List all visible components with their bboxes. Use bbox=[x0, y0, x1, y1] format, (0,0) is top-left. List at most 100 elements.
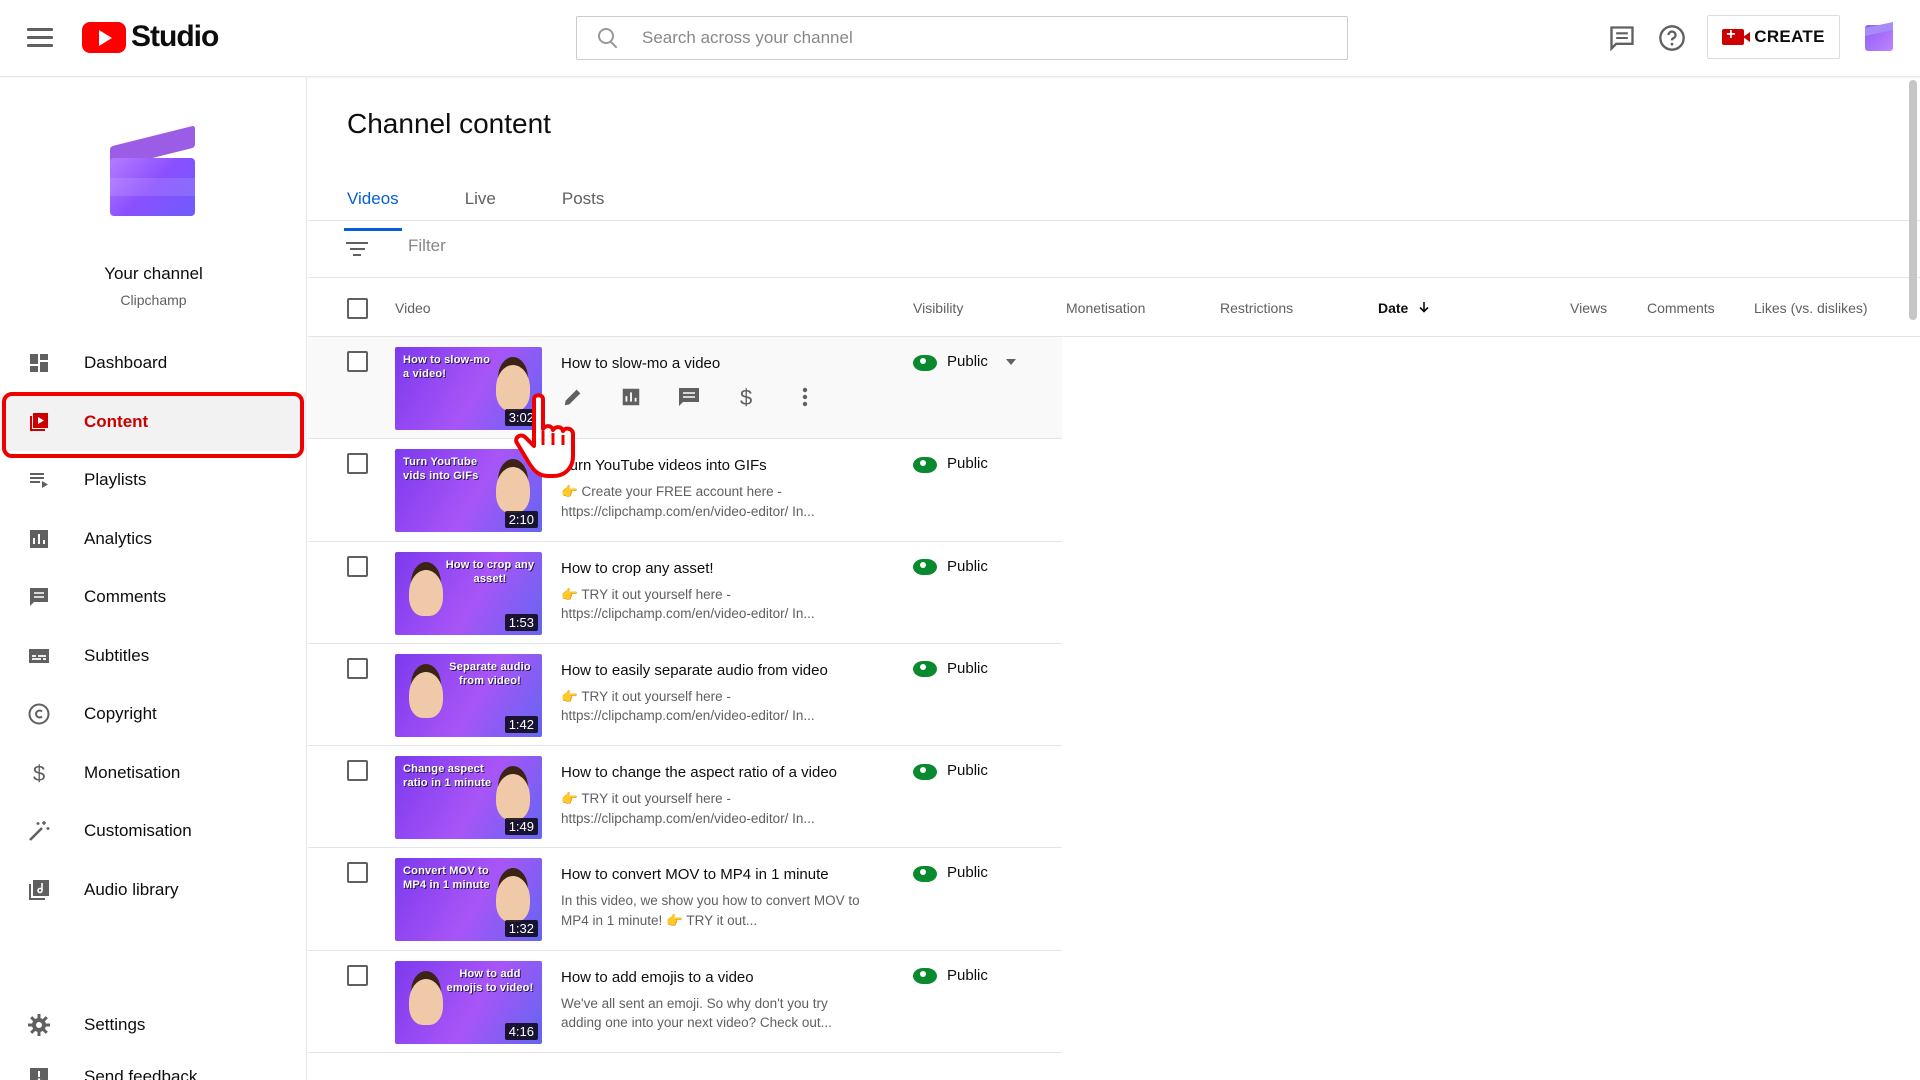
visibility-status[interactable]: Public bbox=[913, 762, 988, 780]
sidebar-item-copyright[interactable]: Copyright bbox=[0, 685, 307, 744]
sidebar-item-analytics[interactable]: Analytics bbox=[0, 510, 307, 569]
svg-text:$: $ bbox=[740, 385, 752, 409]
messages-icon[interactable] bbox=[1608, 24, 1636, 52]
select-all-checkbox[interactable] bbox=[347, 298, 368, 319]
feedback-icon bbox=[27, 1065, 51, 1080]
column-visibility[interactable]: Visibility bbox=[913, 300, 963, 316]
video-title[interactable]: How to add emojis to a video bbox=[561, 969, 861, 986]
thumbnail-text: Turn YouTube vids into GIFs bbox=[403, 456, 479, 483]
sidebar-item-label: Content bbox=[84, 411, 149, 431]
video-thumbnail[interactable]: Convert MOV to MP4 in 1 minute 1:32 bbox=[395, 858, 542, 942]
column-date[interactable]: Date bbox=[1378, 300, 1430, 316]
video-thumbnail[interactable]: Change aspect ratio in 1 minute 1:49 bbox=[395, 756, 542, 840]
sidebar-item-comments[interactable]: Comments bbox=[0, 568, 307, 627]
page-scrollbar[interactable] bbox=[1909, 80, 1917, 320]
visibility-status[interactable]: Public bbox=[913, 660, 988, 678]
thumbnail-text: Separate audio from video! bbox=[449, 660, 531, 687]
menu-icon[interactable] bbox=[27, 28, 53, 48]
video-title[interactable]: How to convert MOV to MP4 in 1 minute bbox=[561, 866, 861, 883]
sidebar-item-settings[interactable]: Settings bbox=[0, 996, 307, 1055]
column-comments[interactable]: Comments bbox=[1647, 300, 1715, 316]
row-checkbox[interactable] bbox=[347, 964, 368, 986]
channel-avatar[interactable] bbox=[110, 125, 195, 220]
column-likes[interactable]: Likes (vs. dislikes) bbox=[1754, 300, 1868, 316]
copyright-icon bbox=[27, 702, 51, 726]
account-avatar[interactable] bbox=[1865, 25, 1893, 51]
comments-icon[interactable] bbox=[677, 385, 701, 409]
sidebar-item-monetisation[interactable]: $ Monetisation bbox=[0, 744, 307, 803]
row-checkbox[interactable] bbox=[347, 453, 368, 475]
thumbnail-text: Change aspect ratio in 1 minute bbox=[403, 763, 492, 790]
column-restrictions[interactable]: Restrictions bbox=[1220, 300, 1293, 316]
subtitles-icon bbox=[27, 644, 51, 668]
row-checkbox[interactable] bbox=[347, 657, 368, 679]
sidebar-item-label: Audio library bbox=[84, 879, 179, 899]
dropdown-caret-icon[interactable] bbox=[1005, 358, 1016, 365]
video-title[interactable]: How to easily separate audio from video bbox=[561, 662, 861, 679]
table-row[interactable]: How to slow-mo a video! 3:02 How to slow… bbox=[308, 337, 1062, 440]
video-thumbnail[interactable]: How to crop any asset! 1:53 bbox=[395, 551, 542, 635]
thumbnail-text: How to add emojis to video! bbox=[446, 967, 534, 994]
tab-videos[interactable]: Videos bbox=[344, 178, 402, 231]
video-title[interactable]: How to change the aspect ratio of a vide… bbox=[561, 764, 861, 781]
visibility-status[interactable]: Public bbox=[913, 558, 988, 576]
sidebar-item-subtitles[interactable]: Subtitles bbox=[0, 627, 307, 686]
more-options-icon[interactable] bbox=[793, 385, 817, 409]
video-title[interactable]: Turn YouTube videos into GIFs bbox=[561, 457, 861, 474]
analytics-icon[interactable] bbox=[619, 385, 643, 409]
table-row[interactable]: Turn YouTube vids into GIFs 2:10 Turn Yo… bbox=[308, 439, 1062, 542]
create-button[interactable]: CREATE bbox=[1707, 15, 1840, 59]
video-duration: 3:02 bbox=[504, 409, 538, 426]
video-thumbnail[interactable]: How to add emojis to video! 4:16 bbox=[395, 960, 542, 1044]
row-checkbox[interactable] bbox=[347, 555, 368, 577]
row-checkbox[interactable] bbox=[347, 862, 368, 884]
table-row[interactable]: How to crop any asset! 1:53 How to crop … bbox=[308, 542, 1062, 644]
thumbnail-face bbox=[496, 774, 530, 821]
visibility-status[interactable]: Public bbox=[913, 864, 988, 882]
eye-icon bbox=[913, 968, 937, 985]
table-row[interactable]: Separate audio from video! 1:42 How to e… bbox=[308, 644, 1062, 747]
row-actions: $ bbox=[561, 385, 851, 409]
sidebar-item-playlists[interactable]: Playlists bbox=[0, 451, 307, 510]
tab-posts[interactable]: Posts bbox=[562, 178, 605, 220]
column-views[interactable]: Views bbox=[1570, 300, 1607, 316]
row-checkbox[interactable] bbox=[347, 351, 368, 372]
thumbnail-face bbox=[496, 365, 530, 411]
sidebar-item-audio-library[interactable]: Audio library bbox=[0, 861, 307, 920]
video-thumbnail[interactable]: How to slow-mo a video! 3:02 bbox=[395, 347, 542, 430]
visibility-status[interactable]: Public bbox=[913, 967, 988, 985]
sidebar-item-label: Settings bbox=[84, 1015, 146, 1035]
search-input[interactable] bbox=[642, 28, 1322, 48]
filter-input[interactable] bbox=[408, 236, 808, 256]
thumbnail-text: How to crop any asset! bbox=[445, 558, 535, 585]
video-title[interactable]: How to slow-mo a video bbox=[561, 355, 861, 372]
column-video: Video bbox=[395, 300, 431, 316]
visibility-label: Public bbox=[947, 353, 988, 370]
sidebar-item-customisation[interactable]: Customisation bbox=[0, 802, 307, 861]
table-row[interactable]: How to add emojis to video! 4:16 How to … bbox=[308, 951, 1062, 1054]
table-row[interactable]: Convert MOV to MP4 in 1 minute 1:32 How … bbox=[308, 848, 1062, 951]
help-icon[interactable] bbox=[1658, 24, 1686, 52]
youtube-play-icon bbox=[82, 21, 126, 53]
video-title[interactable]: How to crop any asset! bbox=[561, 560, 861, 577]
row-checkbox[interactable] bbox=[347, 760, 368, 782]
edit-pencil-icon[interactable] bbox=[561, 385, 585, 409]
tab-live[interactable]: Live bbox=[465, 178, 496, 220]
visibility-dropdown[interactable]: Public bbox=[913, 353, 1016, 371]
dollar-icon[interactable]: $ bbox=[735, 385, 759, 409]
column-monetisation[interactable]: Monetisation bbox=[1066, 300, 1145, 316]
filter-icon[interactable] bbox=[346, 242, 368, 258]
sidebar-item-label: Subtitles bbox=[84, 645, 150, 665]
sidebar-item-label: Monetisation bbox=[84, 762, 181, 782]
visibility-status[interactable]: Public bbox=[913, 455, 988, 473]
studio-logo[interactable]: Studio bbox=[82, 20, 219, 54]
video-thumbnail[interactable]: Separate audio from video! 1:42 bbox=[395, 653, 542, 737]
monetisation-icon: $ bbox=[27, 761, 51, 786]
sidebar-item-send-feedback[interactable]: Send feedback bbox=[0, 1055, 307, 1080]
video-thumbnail[interactable]: Turn YouTube vids into GIFs 2:10 bbox=[395, 449, 542, 533]
table-row[interactable]: Change aspect ratio in 1 minute 1:49 How… bbox=[308, 746, 1062, 849]
sidebar-item-dashboard[interactable]: Dashboard bbox=[0, 334, 307, 393]
search-bar[interactable] bbox=[576, 16, 1348, 60]
sidebar-item-content[interactable]: Content bbox=[0, 391, 307, 458]
dashboard-icon bbox=[27, 351, 51, 375]
